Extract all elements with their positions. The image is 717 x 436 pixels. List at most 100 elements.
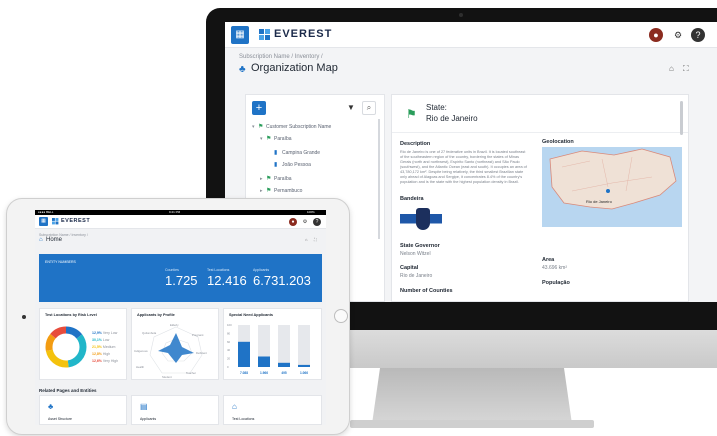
related-test-locations[interactable]: ⌂ Test Locations (223, 395, 322, 425)
stat-value: 12.416 (207, 273, 247, 288)
description-text: Rio de Janeiro is one of 27 federative u… (400, 150, 527, 184)
related-applicants[interactable]: ▤ Applicants (131, 395, 219, 425)
page-title: Home (46, 237, 63, 243)
detail-scrollbar[interactable] (680, 101, 683, 135)
geolocation-map[interactable]: Rio de Janeiro (542, 147, 682, 227)
flag-icon: ⚑ (258, 124, 264, 130)
banner-label: ENTITY NUMBERS (45, 260, 76, 264)
help-icon[interactable]: ? (313, 218, 321, 226)
state-flag-image (400, 205, 442, 233)
stat-applicants[interactable]: Applicants 6.731.203 (253, 268, 311, 288)
stat-counties[interactable]: Counties 1.725 (165, 268, 198, 288)
legend-item: 12,9% Very Low (92, 331, 117, 335)
school-icon: ⌂ (232, 402, 237, 411)
capital-title: Capital (400, 265, 419, 271)
building-icon: ▮ (274, 150, 278, 156)
radar-axis-label: Elderly (170, 323, 179, 327)
legend-item: 12,6% Very High (92, 359, 118, 363)
bar-value-label: 7.088 (240, 371, 248, 375)
brand-name: EVEREST (274, 28, 333, 40)
map-city-label: Rio de Janeiro (586, 199, 612, 204)
tree-item[interactable]: ▾ ⚑ Customer Subscription Name (252, 123, 331, 132)
related-asset-structure[interactable]: ♣ Asset Structure (39, 395, 127, 425)
search-icon[interactable]: ⌕ (362, 101, 376, 115)
notification-icon[interactable]: ● (289, 218, 297, 226)
governor-title: State Governor (400, 243, 440, 249)
related-title: Related Pages and Entities (39, 388, 97, 393)
home-icon: ⌂ (39, 237, 43, 243)
expand-icon[interactable]: ⛶ (314, 237, 317, 242)
home-shortcut-icon[interactable]: ⌂ (305, 237, 307, 242)
home-icon[interactable]: ⌂ (669, 64, 674, 73)
tablet-screen: ●●●● BELL 9:21 PM 100% ▦ EVEREST ● ⚙ ? S… (35, 210, 326, 425)
related-label: Test Locations (232, 417, 255, 421)
legend-value: 12,8% (92, 352, 103, 356)
everest-logo-icon (259, 29, 270, 40)
hierarchy-icon: ♣ (48, 402, 54, 411)
profile-card[interactable]: Applicants by Profile Elderly Pregnant Def… (131, 308, 219, 380)
camera-dot (459, 13, 463, 17)
bar-track (298, 325, 310, 367)
monitor-stand (372, 368, 572, 424)
entity-numbers-banner: ENTITY NUMBERS Counties 1.725 Test Locat… (39, 254, 322, 302)
state-value: Rio de Janeiro (426, 114, 478, 123)
area-value: 43.696 km² (542, 265, 568, 271)
radar-axis-label: Student (162, 375, 172, 379)
tree-scrollbar[interactable] (378, 119, 380, 239)
stat-label: Applicants (253, 268, 270, 272)
legend-value: 30,1% (92, 338, 103, 342)
bar-value-label: 495 (281, 371, 287, 375)
flag-icon: ⚑ (406, 107, 417, 121)
radar-axis-label: Teacher (186, 371, 196, 375)
help-icon[interactable]: ? (691, 28, 705, 42)
legend-label: High (102, 352, 111, 356)
filter-icon[interactable]: ▼ (344, 101, 358, 115)
apps-grid-icon[interactable]: ▦ (231, 26, 249, 44)
bar-track (278, 325, 290, 367)
card-title: Applicants by Profile (137, 313, 175, 317)
y-tick-label: 100 (227, 323, 232, 327)
legend-label: Very High (102, 359, 119, 363)
special-need-card[interactable]: Special Need Applicants 100 80 60 40 20 0 7.08… (223, 308, 322, 380)
population-title: População (542, 280, 570, 286)
tablet-home-button[interactable] (334, 309, 348, 323)
bar (298, 364, 310, 367)
bar-value-label: 1.066 (300, 371, 308, 375)
legend-item: 12,8% High (92, 352, 110, 356)
expand-icon[interactable]: ⛶ (683, 64, 689, 74)
y-tick-label: 0 (227, 365, 229, 369)
radar-axis-label: Pregnant (192, 333, 204, 337)
legend-value: 12,6% (92, 359, 103, 363)
tablet-top-bar: ▦ EVEREST ● ⚙ ? (35, 215, 326, 229)
risk-level-card[interactable]: Test Locations by Risk Level 12,9% Very … (39, 308, 127, 380)
id-card-icon: ▤ (140, 402, 148, 411)
org-chart-icon: ♣ (239, 64, 246, 75)
governor-value: Nelson Witzel (400, 251, 431, 257)
flag-icon: ⚑ (266, 188, 272, 194)
stat-test-locations[interactable]: Test Locations 12.416 (207, 268, 247, 288)
radar-axis-label: Quilombola (142, 331, 157, 335)
bar (258, 356, 270, 367)
tree-item[interactable]: ▸ ⚑ Pernambuco (260, 187, 302, 196)
tree-item[interactable]: ▸ ⚑ Paraíba (260, 175, 292, 184)
add-button[interactable]: + (252, 101, 266, 115)
stat-value: 6.731.203 (253, 273, 311, 288)
state-label: State: (426, 103, 447, 112)
brand-name: EVEREST (61, 218, 91, 224)
counties-title: Number of Counties (400, 288, 453, 294)
tree-item[interactable]: ▮ Campina Grande (274, 149, 320, 158)
legend-label: Medium (102, 345, 116, 349)
tree-item[interactable]: ▮ João Pessoa (274, 161, 311, 170)
area-title: Area (542, 257, 555, 263)
bar (278, 362, 290, 367)
tablet-device: ●●●● BELL 9:21 PM 100% ▦ EVEREST ● ⚙ ? S… (6, 198, 350, 435)
radar-axis-label: Deficient (196, 351, 207, 355)
notification-icon[interactable]: ● (649, 28, 663, 42)
tree-item[interactable]: ▾ ⚑ Paraíba (260, 135, 292, 144)
card-title: Test Locations by Risk Level (45, 313, 97, 317)
gear-icon[interactable]: ⚙ (301, 218, 309, 226)
apps-grid-icon[interactable]: ▦ (39, 217, 48, 226)
gear-icon[interactable]: ⚙ (671, 28, 685, 42)
geolocation-title: Geolocation (542, 139, 574, 145)
breadcrumb[interactable]: Subscription Name / Inventory / (239, 54, 323, 60)
